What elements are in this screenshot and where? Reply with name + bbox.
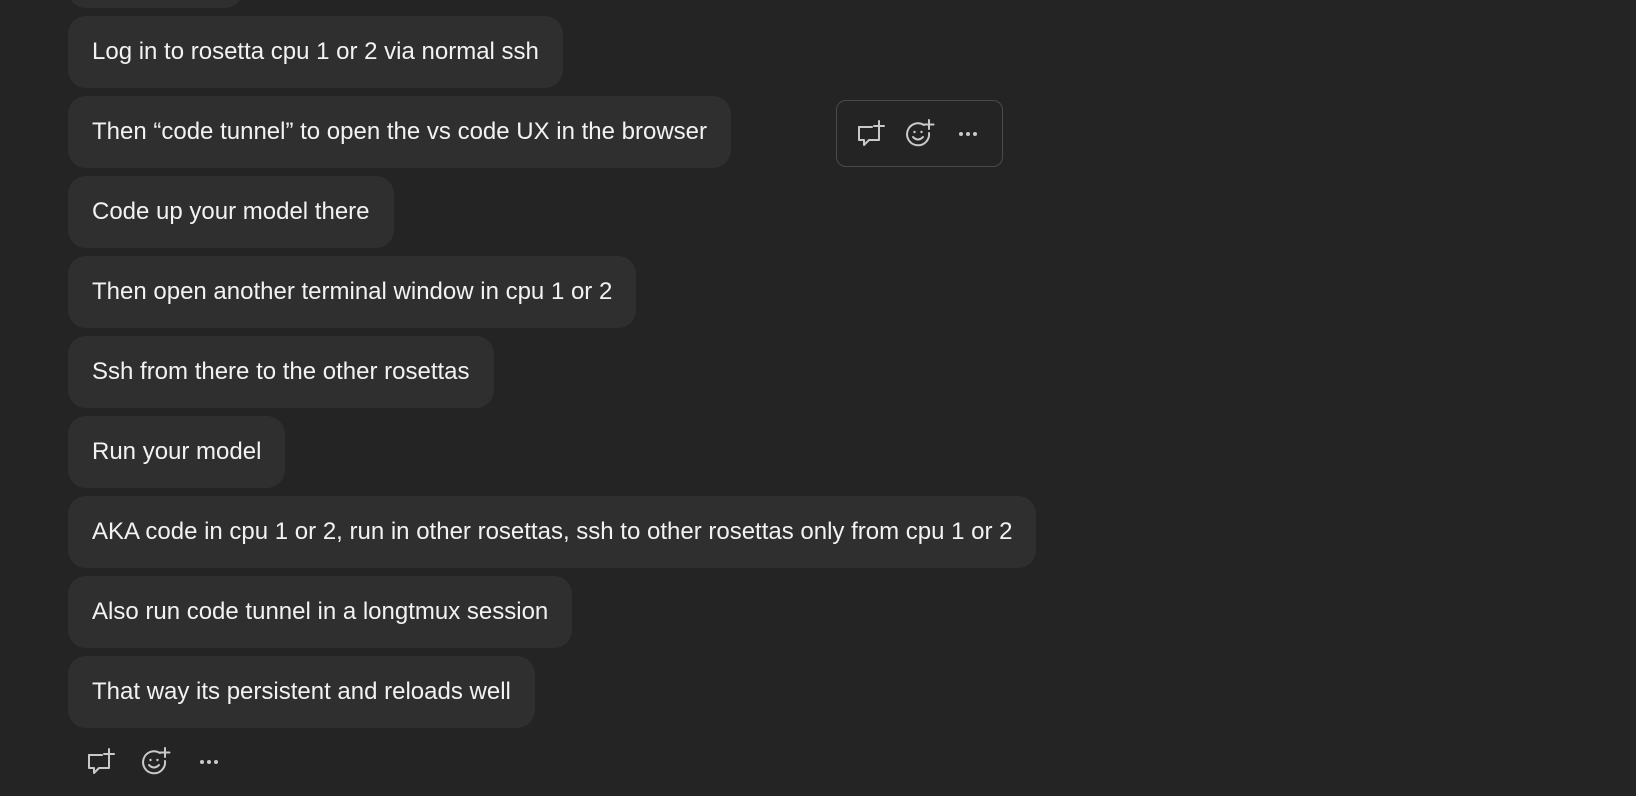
message-bubble[interactable]: Then open another terminal window in cpu…	[68, 256, 637, 328]
more-options-icon[interactable]	[192, 745, 226, 779]
message-text: Ssh from there to the other rosettas	[92, 358, 470, 385]
add-reaction-icon[interactable]	[138, 745, 172, 779]
message-thread: Log in to rosetta cpu 1 or 2 via normal …	[0, 0, 1636, 796]
message-text: Code up your model there	[92, 198, 370, 225]
more-options-icon[interactable]	[951, 117, 985, 151]
message-text: Then open another terminal window in cpu…	[92, 278, 613, 305]
message-bubble[interactable]: AKA code in cpu 1 or 2, run in other ros…	[68, 496, 1037, 568]
add-reaction-icon[interactable]	[902, 117, 936, 151]
message-text: Run your model	[92, 438, 262, 465]
message-text: Also run code tunnel in a longtmux sessi…	[92, 598, 549, 625]
message-hover-toolbar	[836, 100, 1003, 167]
message-text: AKA code in cpu 1 or 2, run in other ros…	[92, 518, 1013, 545]
message-bubble[interactable]: Run your model	[68, 416, 286, 488]
message-text: Then “code tunnel” to open the vs code U…	[92, 118, 708, 145]
message-bubble[interactable]: Code up your model there	[68, 176, 394, 248]
message-text: That way its persistent and reloads well	[92, 678, 511, 705]
add-comment-icon[interactable]	[854, 117, 888, 151]
message-bubble[interactable]: Log in to rosetta cpu 1 or 2 via normal …	[68, 16, 563, 88]
add-comment-icon[interactable]	[84, 745, 118, 779]
message-bubble[interactable]: Also run code tunnel in a longtmux sessi…	[68, 576, 573, 648]
message-bubble-hovered[interactable]: Then “code tunnel” to open the vs code U…	[68, 96, 732, 168]
message-bubble[interactable]: That way its persistent and reloads well	[68, 656, 535, 728]
message-actions-bar	[84, 743, 226, 781]
message-text: Log in to rosetta cpu 1 or 2 via normal …	[92, 38, 539, 65]
previous-message-bubble-partial	[68, 0, 243, 8]
message-bubble[interactable]: Ssh from there to the other rosettas	[68, 336, 494, 408]
